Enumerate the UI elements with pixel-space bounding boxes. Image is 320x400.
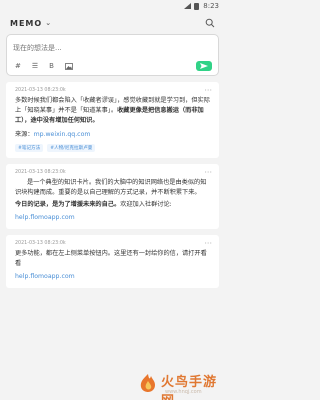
memo-source: 来源：mp.weixin.qq.com (15, 130, 210, 140)
watermark-logo-icon (140, 374, 155, 392)
app-title-menu[interactable]: MEMO ⌄ (10, 19, 52, 28)
status-icons (184, 2, 200, 10)
status-bar: 8:23 (0, 0, 225, 12)
memo-body: 是一个典型的知识卡片。我们的大脑中的知识网络也是由类似的知识块构建而成。重要的是… (15, 178, 210, 198)
memo-card[interactable]: 2021-03-13 08:23:0k ··· 更多功能，都在左上侧菜单按钮内。… (6, 235, 219, 288)
image-icon[interactable] (65, 62, 73, 70)
memo-timestamp: 2021-03-13 08:23:0k (15, 241, 66, 246)
memo-text: 欢迎加入社群讨论: (120, 201, 172, 208)
memo-card[interactable]: 2021-03-13 08:23:0k ··· 是一个典型的知识卡片。我们的大脑… (6, 164, 219, 229)
signal-icon (184, 3, 192, 9)
app-bar: MEMO ⌄ (0, 12, 225, 34)
more-options-icon[interactable]: ··· (204, 239, 212, 248)
memo-card[interactable]: 2021-03-13 08:23:0k ··· 多数时候我们都会陷入「收藏者谬误… (6, 82, 219, 158)
memo-timestamp: 2021-03-13 08:23:0k (15, 170, 66, 175)
memo-composer: # ☰ B (6, 34, 219, 76)
search-icon[interactable] (205, 18, 215, 28)
memo-bold-text: 今日的记录，是为了增援未来的自己。 (15, 201, 121, 208)
status-time: 8:23 (203, 2, 219, 10)
memo-text: 更多功能，都在左上侧菜单按钮内。这里还有一封给你的信，请打开看看 (15, 250, 207, 267)
tag[interactable]: #人物/尼克拉斯卢曼 (47, 144, 96, 152)
more-options-icon[interactable]: ··· (204, 168, 212, 177)
hashtag-icon[interactable]: # (15, 62, 21, 70)
battery-icon (194, 2, 200, 10)
memo-text: 是一个典型的知识卡片。我们的大脑中的知识网络也是由类似的知识块构建而成。重要的是… (15, 179, 207, 196)
watermark: 火鸟手游网 www.hnqj.com (135, 371, 221, 400)
chevron-down-icon: ⌄ (45, 19, 53, 27)
watermark-title: 火鸟手游网 (161, 375, 218, 400)
tag[interactable]: #笔记方法 (15, 144, 44, 152)
bold-icon[interactable]: B (49, 62, 54, 70)
composer-toolbar: # ☰ B (15, 62, 73, 70)
send-icon (200, 63, 208, 69)
source-link[interactable]: mp.weixin.qq.com (34, 131, 91, 138)
memo-body: 多数时候我们都会陷入「收藏者谬误」，感觉收藏到就是学习到，但实际上「知晓某事」并… (15, 96, 210, 126)
memo-link[interactable]: help.flomoapp.com (15, 213, 210, 223)
memo-input[interactable] (7, 38, 218, 52)
list-icon[interactable]: ☰ (32, 62, 38, 70)
source-label: 来源： (15, 131, 34, 138)
app-title: MEMO (10, 18, 43, 28)
memo-body: 今日的记录，是为了增援未来的自己。欢迎加入社群讨论: (15, 200, 210, 210)
memo-link[interactable]: help.flomoapp.com (15, 272, 210, 282)
memo-tags: #笔记方法 #人物/尼克拉斯卢曼 (15, 144, 210, 152)
watermark-url: www.hnqj.com (165, 389, 202, 395)
more-options-icon[interactable]: ··· (204, 86, 212, 95)
send-button[interactable] (196, 61, 212, 71)
memo-body: 更多功能，都在左上侧菜单按钮内。这里还有一封给你的信，请打开看看 (15, 249, 210, 269)
memo-timestamp: 2021-03-13 08:23:0k (15, 88, 66, 93)
